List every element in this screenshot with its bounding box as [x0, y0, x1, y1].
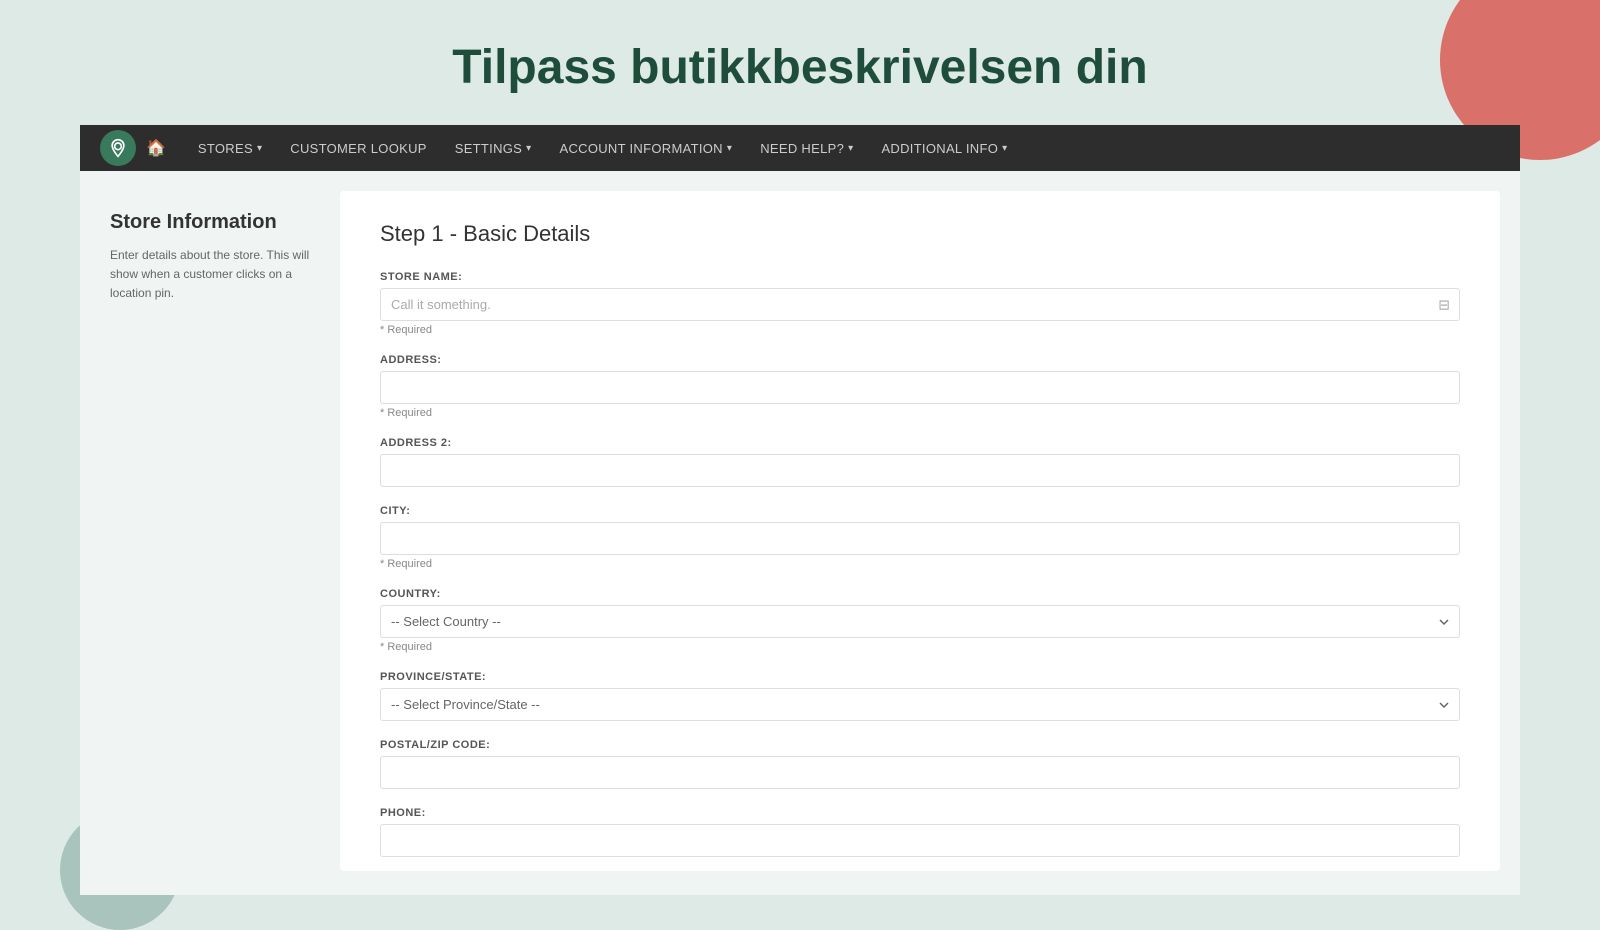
navbar-logo[interactable]	[100, 130, 136, 166]
nav-settings[interactable]: SETTINGS ▾	[443, 125, 544, 171]
store-name-input[interactable]	[380, 288, 1460, 321]
form-group-province: PROVINCE/STATE: -- Select Province/State…	[380, 671, 1460, 721]
sidebar-title: Store Information	[110, 211, 310, 234]
country-required: * Required	[380, 641, 1460, 653]
label-city: CITY:	[380, 505, 1460, 517]
city-required: * Required	[380, 558, 1460, 570]
chevron-down-icon: ▾	[526, 143, 531, 154]
label-postal: POSTAL/ZIP CODE:	[380, 739, 1460, 751]
content-area: Store Information Enter details about th…	[80, 171, 1520, 895]
form-group-city: CITY: * Required	[380, 505, 1460, 570]
sidebar-description: Enter details about the store. This will…	[110, 246, 310, 304]
input-clear-icon[interactable]: ⊟	[1438, 296, 1450, 313]
chevron-down-icon: ▾	[257, 143, 262, 154]
postal-input[interactable]	[380, 756, 1460, 789]
label-phone: PHONE:	[380, 807, 1460, 819]
nav-stores[interactable]: STORES ▾	[186, 125, 274, 171]
address2-input[interactable]	[380, 454, 1460, 487]
nav-need-help[interactable]: NEED HELP? ▾	[748, 125, 865, 171]
store-name-input-wrapper: ⊟	[380, 288, 1460, 321]
province-select[interactable]: -- Select Province/State --	[380, 688, 1460, 721]
label-address2: ADDRESS 2:	[380, 437, 1460, 449]
form-group-store-name: STORE NAME: ⊟ * Required	[380, 271, 1460, 336]
chevron-down-icon: ▾	[727, 143, 732, 154]
nav-account-information[interactable]: ACCOUNT INFORMATION ▾	[547, 125, 744, 171]
label-country: COUNTRY:	[380, 588, 1460, 600]
form-step-title: Step 1 - Basic Details	[380, 221, 1460, 247]
form-group-phone: PHONE:	[380, 807, 1460, 857]
chevron-down-icon: ▾	[1002, 143, 1007, 154]
form-panel: Step 1 - Basic Details STORE NAME: ⊟ * R…	[340, 191, 1500, 871]
form-group-address: ADDRESS: * Required	[380, 354, 1460, 419]
page-title: Tilpass butikkbeskrivelsen din	[0, 40, 1600, 95]
city-input[interactable]	[380, 522, 1460, 555]
navbar-items: STORES ▾ CUSTOMER LOOKUP SETTINGS ▾ ACCO…	[186, 125, 1020, 171]
country-select[interactable]: -- Select Country --	[380, 605, 1460, 638]
page-title-area: Tilpass butikkbeskrivelsen din	[0, 0, 1600, 125]
form-group-address2: ADDRESS 2:	[380, 437, 1460, 487]
nav-additional-info[interactable]: ADDITIONAL INFO ▾	[869, 125, 1019, 171]
nav-customer-lookup[interactable]: CUSTOMER LOOKUP	[278, 125, 438, 171]
home-nav-item[interactable]: 🏠	[146, 138, 166, 158]
address-input[interactable]	[380, 371, 1460, 404]
address-required: * Required	[380, 407, 1460, 419]
form-group-country: COUNTRY: -- Select Country -- * Required	[380, 588, 1460, 653]
store-name-required: * Required	[380, 324, 1460, 336]
navbar: 🏠 STORES ▾ CUSTOMER LOOKUP SETTINGS ▾ AC…	[80, 125, 1520, 171]
label-province: PROVINCE/STATE:	[380, 671, 1460, 683]
form-group-postal: POSTAL/ZIP CODE:	[380, 739, 1460, 789]
sidebar: Store Information Enter details about th…	[80, 171, 340, 895]
label-address: ADDRESS:	[380, 354, 1460, 366]
label-store-name: STORE NAME:	[380, 271, 1460, 283]
phone-input[interactable]	[380, 824, 1460, 857]
chevron-down-icon: ▾	[848, 143, 853, 154]
